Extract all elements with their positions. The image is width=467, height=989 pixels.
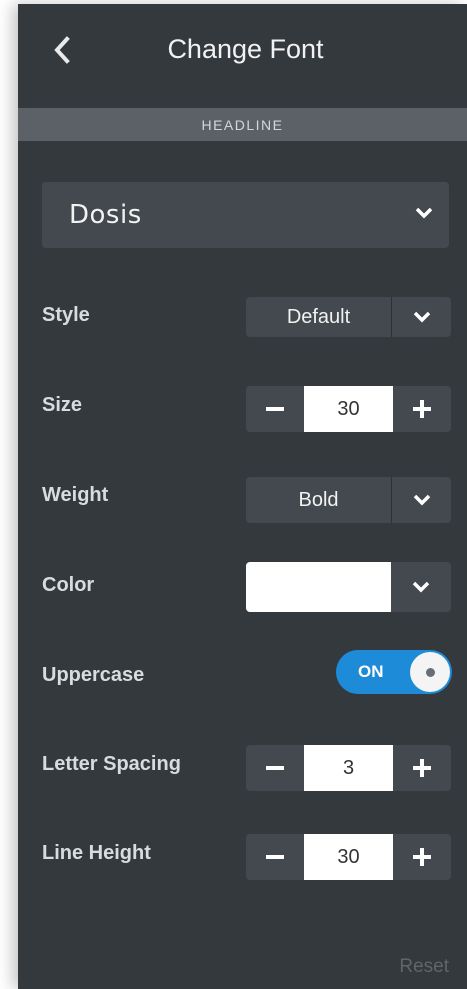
weight-dropdown[interactable]: Bold	[246, 477, 451, 523]
chevron-down-icon	[413, 494, 430, 506]
line-height-decrement-button[interactable]	[246, 834, 304, 880]
chevron-down-icon	[412, 581, 430, 593]
weight-label: Weight	[42, 484, 109, 506]
line-height-value[interactable]: 30	[304, 834, 393, 880]
letter-spacing-value[interactable]: 3	[304, 745, 393, 791]
minus-icon	[266, 855, 284, 859]
font-family-value: Dosis	[69, 200, 142, 230]
panel-header: Change Font	[18, 4, 467, 108]
toggle-knob[interactable]	[410, 652, 450, 692]
size-increment-button[interactable]	[393, 386, 451, 432]
plus-icon	[413, 400, 431, 418]
letter-spacing-label: Letter Spacing	[42, 753, 181, 775]
plus-icon	[413, 759, 431, 777]
line-height-stepper: 30	[246, 834, 451, 880]
toggle-state: ON	[358, 662, 384, 681]
size-decrement-button[interactable]	[246, 386, 304, 432]
minus-icon	[266, 407, 284, 411]
size-value[interactable]: 30	[304, 386, 393, 432]
letter-spacing-stepper: 3	[246, 745, 451, 791]
uppercase-label: Uppercase	[42, 664, 145, 686]
letter-spacing-decrement-button[interactable]	[246, 745, 304, 791]
page-title: Change Font	[167, 34, 324, 64]
weight-dropdown-arrow[interactable]	[391, 477, 451, 523]
color-dropdown-arrow[interactable]	[391, 562, 451, 612]
weight-value: Bold	[298, 488, 339, 511]
style-dropdown-arrow[interactable]	[391, 297, 451, 337]
section-headline-bar: HEADLINE	[18, 108, 467, 141]
reset-link[interactable]: Reset	[399, 956, 449, 978]
line-height-label: Line Height	[42, 842, 151, 864]
chevron-down-icon	[415, 207, 433, 219]
change-font-panel: Change Font HEADLINE Dosis Style Default…	[18, 4, 467, 989]
plus-icon	[413, 848, 431, 866]
font-family-dropdown[interactable]: Dosis	[42, 182, 449, 248]
size-stepper: 30	[246, 386, 451, 432]
style-value: Default	[286, 305, 351, 328]
minus-icon	[266, 766, 284, 770]
chevron-down-icon	[413, 311, 430, 323]
color-picker[interactable]	[246, 562, 451, 612]
letter-spacing-increment-button[interactable]	[393, 745, 451, 791]
style-dropdown[interactable]: Default	[246, 297, 451, 337]
color-label: Color	[42, 574, 95, 596]
size-label: Size	[42, 394, 83, 416]
knob-dot	[425, 667, 435, 677]
line-height-increment-button[interactable]	[393, 834, 451, 880]
uppercase-toggle[interactable]: ON	[336, 650, 452, 694]
style-label: Style	[42, 304, 90, 326]
color-swatch[interactable]	[246, 562, 391, 612]
